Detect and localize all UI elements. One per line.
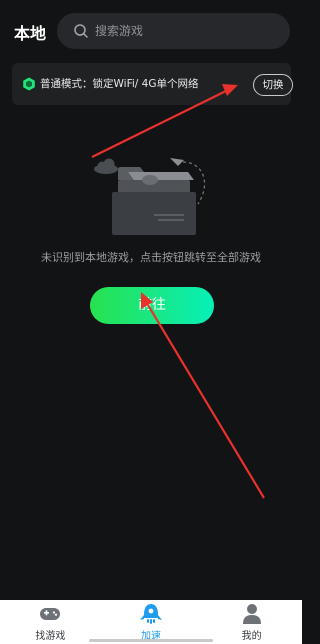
page-title: 本地 <box>14 24 47 43</box>
switch-mode-button[interactable]: 切换 <box>253 74 293 96</box>
network-mode-text: 普通模式：锁定WiFi/ 4G单个网络 <box>40 78 199 90</box>
tab-label-mine: 我的 <box>241 631 262 642</box>
search-icon <box>74 24 88 38</box>
go-to-all-games-button[interactable]: 前往 <box>90 287 214 324</box>
bottom-tab-bar: 找游戏 加速 我的 <box>0 600 302 644</box>
tab-accelerate[interactable]: 加速 <box>101 600 202 644</box>
rocket-icon <box>140 604 162 624</box>
search-bar[interactable] <box>57 13 290 49</box>
user-icon <box>242 604 261 624</box>
tab-mine[interactable]: 我的 <box>201 600 302 644</box>
mode-hexagon-icon <box>23 77 35 91</box>
gamepad-icon <box>40 608 61 620</box>
tab-label-find-games: 找游戏 <box>35 631 66 642</box>
tab-find-games[interactable]: 找游戏 <box>0 600 101 644</box>
network-mode-bar: 普通模式：锁定WiFi/ 4G单个网络 切换 <box>12 63 293 105</box>
header: 本地 <box>0 0 302 60</box>
home-indicator <box>89 639 213 642</box>
search-input[interactable] <box>95 13 280 49</box>
empty-state-message: 未识别到本地游戏，点击按钮跳转至全部游戏 <box>41 251 261 264</box>
empty-folder-illustration <box>94 158 206 235</box>
